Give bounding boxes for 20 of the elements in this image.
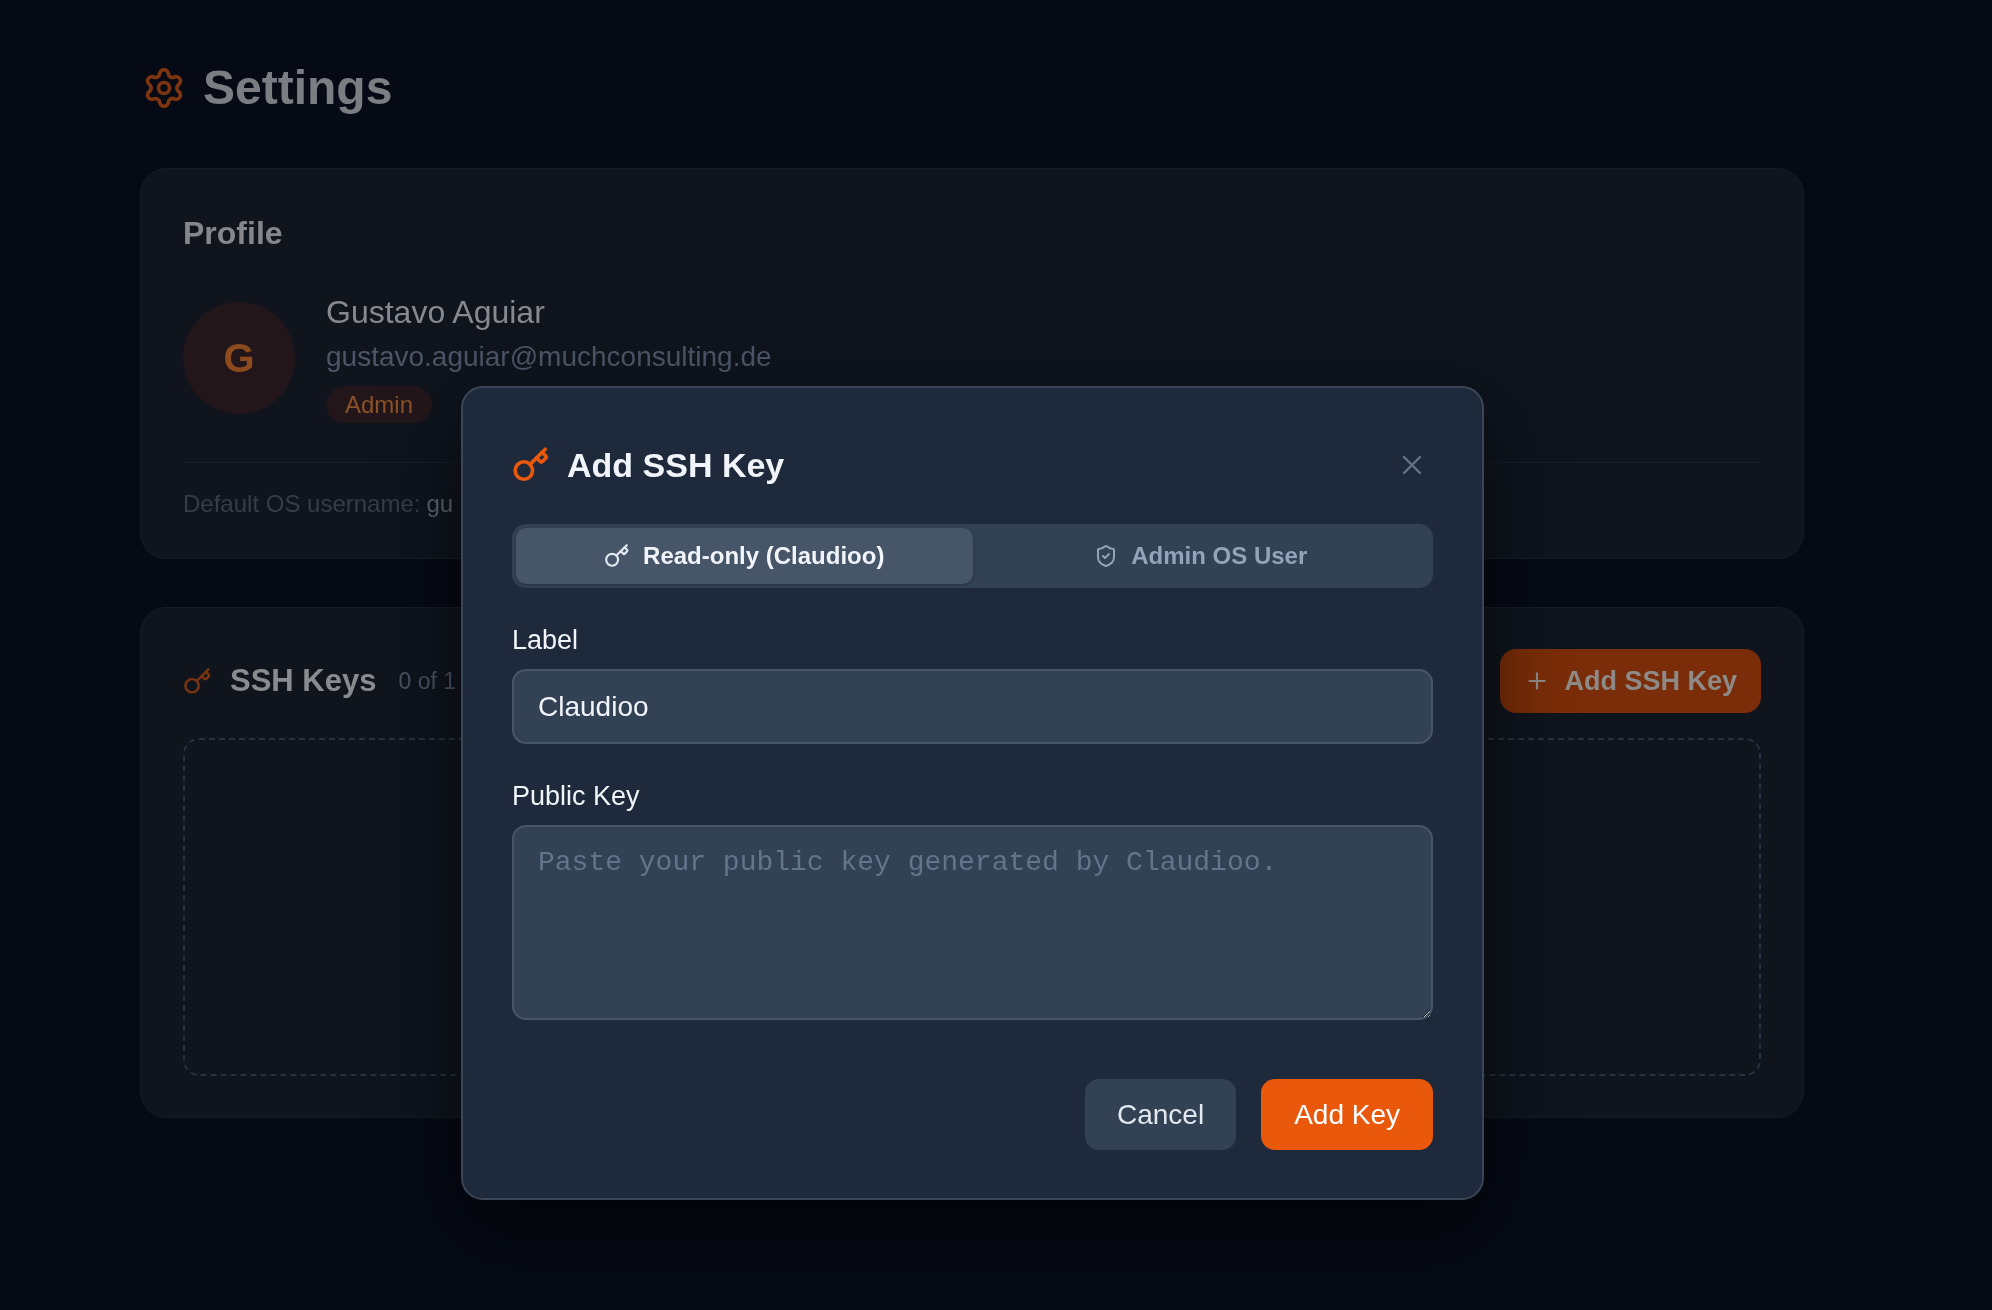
role-badge: Admin — [326, 386, 433, 423]
key-icon — [604, 543, 631, 569]
label-input[interactable]: Claudioo — [512, 669, 1433, 744]
cancel-button[interactable]: Cancel — [1084, 1079, 1237, 1150]
dialog-tab[interactable]: Admin OS User — [972, 528, 1429, 584]
key-icon — [512, 446, 550, 484]
key-count: 0 of 1 — [398, 667, 456, 696]
avatar-initial: G — [183, 301, 295, 414]
key-icon — [183, 666, 212, 696]
os-username-value: gu — [426, 488, 454, 519]
add-key-button[interactable]: Add Key — [1261, 1079, 1433, 1150]
page-title: Settings — [203, 60, 393, 116]
user-name: Gustavo Aguiar — [326, 293, 545, 332]
field-label: Label — [512, 624, 579, 656]
dialog-title: Add SSH Key — [567, 445, 785, 486]
section-heading: SSH Keys — [230, 662, 377, 700]
section-heading: Profile — [183, 214, 283, 253]
field-label: Public Key — [512, 780, 640, 812]
dialog-tab[interactable]: Read-only (Claudioo) — [516, 528, 973, 584]
user-email: gustavo.aguiar@muchconsulting.de — [326, 340, 772, 374]
